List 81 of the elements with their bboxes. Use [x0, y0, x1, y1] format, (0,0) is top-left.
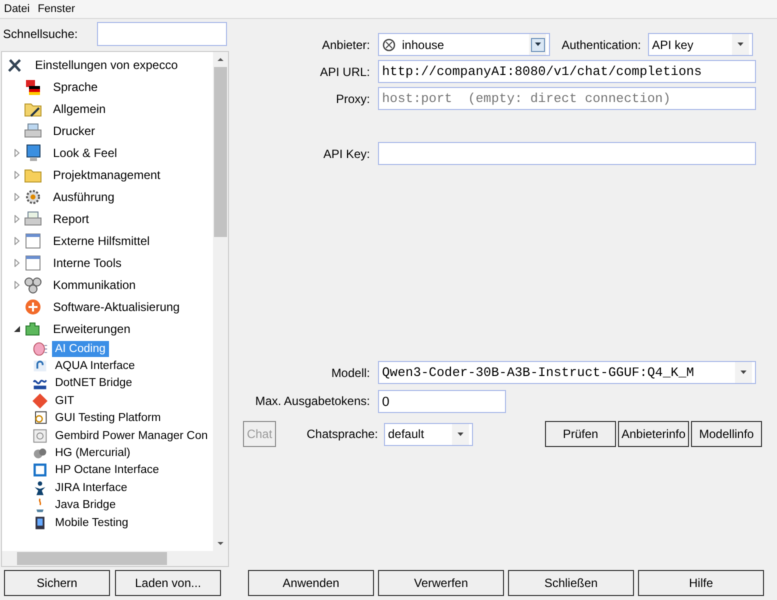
field-label: Anbieter: [320, 38, 371, 52]
scrollbar-thumb[interactable] [17, 552, 167, 565]
setting-icon [24, 320, 42, 338]
collapsed-arrow-icon[interactable] [13, 215, 21, 223]
max-tokens-field[interactable]: 0 [378, 390, 506, 412]
collapsed-arrow-icon[interactable] [13, 259, 21, 267]
dropdown-arrow-icon[interactable] [534, 42, 542, 47]
tree-item[interactable]: Sprache [50, 78, 101, 96]
collapsed-arrow-icon[interactable] [13, 281, 21, 289]
tree-item[interactable]: Kommunikation [50, 276, 139, 294]
tree-item[interactable]: JIRA Interface [52, 480, 130, 496]
tree-item[interactable]: HP Octane Interface [52, 462, 162, 478]
api-key-field[interactable] [378, 142, 756, 165]
tree-item[interactable]: Erweiterungen [50, 320, 134, 338]
dropdown-arrow-icon[interactable] [739, 370, 748, 375]
field-label: API URL: [318, 64, 371, 78]
field-label: API Key: [322, 146, 371, 160]
proxy-field[interactable]: host:port (empty: direct connection) [378, 87, 756, 110]
field-label: Proxy: [334, 92, 371, 106]
dropdown-arrow-icon[interactable] [736, 42, 745, 47]
collapsed-arrow-icon[interactable] [13, 237, 21, 245]
api-url-field[interactable]: http://companyAI:8080/v1/chat/completions [378, 60, 756, 83]
setting-icon [24, 144, 42, 162]
menu-item[interactable]: Datei [4, 3, 30, 15]
extension-icon [32, 428, 48, 444]
chat-language-dropdown[interactable]: default [384, 422, 473, 446]
setting-icon [24, 276, 42, 294]
search-field[interactable] [97, 22, 227, 46]
tree-item[interactable]: HG (Mercurial) [52, 445, 134, 462]
extension-icon [32, 340, 48, 357]
setting-icon [24, 298, 42, 316]
tree-item[interactable]: Report [50, 210, 92, 228]
collapsed-arrow-icon[interactable] [13, 149, 21, 157]
setting-icon [24, 254, 42, 272]
provider-dropdown[interactable]: inhouse [378, 33, 550, 56]
tree-item[interactable]: Interne Tools [50, 254, 124, 272]
model-dropdown[interactable]: Qwen3-Coder-30B-A3B-Instruct-GGUF:Q4_K_M [378, 361, 756, 384]
setting-icon [24, 210, 42, 228]
search-label: Schnellsuche: [3, 27, 79, 41]
action-button[interactable]: Prüfen [545, 421, 616, 447]
tree-item[interactable]: AQUA Interface [52, 358, 138, 374]
extension-icon [32, 358, 48, 374]
field-label: Modell: [330, 366, 371, 380]
dialog-button[interactable]: Hilfe [638, 570, 764, 596]
tree-item[interactable]: GUI Testing Platform [52, 410, 164, 426]
tree-item[interactable]: Ausführung [50, 188, 118, 206]
setting-icon [24, 232, 42, 250]
extension-icon [32, 462, 48, 478]
tree-item[interactable]: Java Bridge [52, 497, 119, 514]
menu-item[interactable]: Fenster [38, 3, 75, 15]
tree-item[interactable]: Software-Aktualisierung [50, 298, 183, 316]
collapsed-arrow-icon[interactable] [13, 193, 21, 201]
left-button[interactable]: Sichern [4, 570, 110, 596]
tree-item[interactable]: Allgemein [50, 100, 109, 118]
tree-item[interactable]: DotNET Bridge [52, 375, 136, 392]
extension-icon [32, 410, 48, 426]
left-button[interactable]: Laden von... [115, 570, 221, 596]
tree-item[interactable]: GIT [52, 392, 78, 409]
dialog-button[interactable]: Anwenden [248, 570, 374, 596]
tree-item[interactable]: Mobile Testing [52, 514, 132, 531]
authentication-dropdown[interactable]: API key [648, 33, 753, 56]
setting-icon [24, 122, 42, 140]
action-button[interactable]: Modellinfo [691, 421, 762, 447]
tree-item[interactable]: Projektmanagement [50, 166, 164, 184]
tree-item[interactable]: Externe Hilfsmittel [50, 232, 153, 250]
action-button[interactable]: Anbieterinfo [618, 421, 689, 447]
scrollbar-thumb[interactable] [214, 67, 227, 237]
tree-item[interactable]: Einstellungen von expecco [32, 56, 181, 74]
tree-item[interactable]: Gembird Power Manager Con [52, 428, 211, 444]
tree-item[interactable]: Drucker [50, 122, 98, 140]
dialog-button[interactable]: Schließen [508, 570, 634, 596]
collapsed-arrow-icon[interactable] [13, 171, 21, 179]
dialog-button[interactable]: Verwerfen [378, 570, 504, 596]
setting-icon [24, 78, 42, 96]
field-label: Chatsprache: [306, 427, 379, 441]
field-label: Max. Ausgabetokens: [254, 394, 371, 408]
dropdown-arrow-icon[interactable] [456, 432, 465, 436]
setting-icon [24, 188, 42, 206]
tree-item[interactable]: Look & Feel [50, 144, 120, 162]
field-label: Authentication: [560, 38, 642, 52]
expanded-arrow-icon[interactable] [13, 325, 21, 333]
